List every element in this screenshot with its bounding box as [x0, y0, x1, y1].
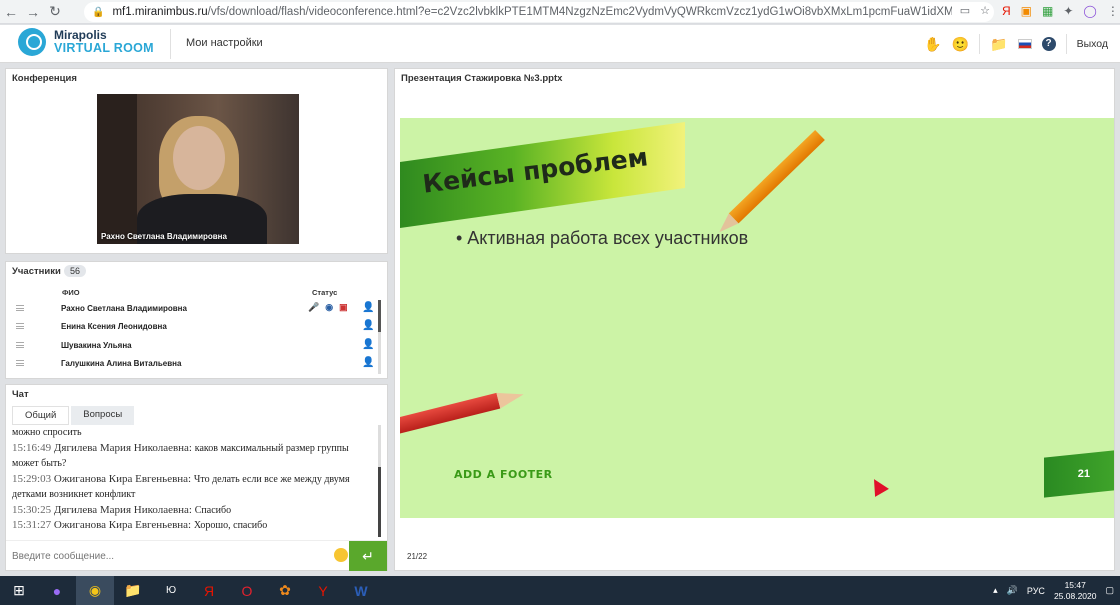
emoji-reactions-icon[interactable]: 🙂 — [952, 36, 969, 53]
yandex-browser-icon[interactable]: Y — [304, 576, 342, 605]
back-icon[interactable]: ← — [0, 1, 22, 23]
yu-app-icon[interactable]: Ю — [152, 576, 190, 605]
chat-message: 15:16:49 Дягилева Мария Николаевна: како… — [12, 441, 349, 470]
chat-input-bar: ↵ — [6, 540, 387, 571]
column-status-header: Статус — [312, 288, 338, 297]
slide-number: 21 — [1077, 468, 1090, 480]
my-settings-link[interactable]: Мои настройки — [186, 37, 263, 49]
participant-row[interactable]: Шувакина Ульяна 👤 — [6, 337, 376, 355]
microphone-icon[interactable]: 🎤 — [308, 302, 319, 313]
tab-general[interactable]: Общий — [12, 406, 70, 425]
address-bar[interactable]: 🔒 mf1.miranimbus.ru/vfs/download/flash/v… — [84, 2, 994, 22]
windows-taskbar: ⊞ ● ◉ 📁 Ю Я O ✿ Y W ▴ 🔊 РУС 15:47 25.08.… — [0, 576, 1120, 605]
drag-handle-icon[interactable] — [16, 360, 24, 366]
language-indicator[interactable]: РУС — [1027, 586, 1045, 596]
drag-handle-icon[interactable] — [16, 305, 24, 311]
chat-message: 15:29:03 Ожиганова Кира Евгеньевна: Что … — [12, 472, 350, 501]
cast-icon[interactable]: ▭ — [960, 4, 970, 17]
send-button[interactable]: ↵ — [349, 541, 387, 571]
presentation-slide[interactable]: Кейсы проблем • Активная работа всех уча… — [400, 118, 1114, 518]
participants-title: Участники — [12, 266, 61, 277]
alice-icon[interactable]: ● — [38, 576, 76, 605]
conference-panel: Конференция Рахно Светлана Владимировна — [5, 68, 388, 254]
chat-message: 15:30:25 Дягилева Мария Николаевна: Спас… — [12, 503, 232, 516]
chat-scrollbar[interactable] — [378, 425, 381, 537]
chat-title: Чат — [12, 389, 29, 400]
word-icon[interactable]: W — [342, 576, 380, 605]
mirapolis-logo: Mirapolis VIRTUAL ROOM — [18, 28, 154, 56]
notifications-icon[interactable]: ▢ — [1105, 585, 1114, 596]
app-header: Mirapolis VIRTUAL ROOM Мои настройки ✋ 🙂… — [0, 25, 1120, 63]
participant-icon: 👤 — [362, 357, 375, 368]
help-button[interactable]: ? — [1041, 37, 1056, 51]
opera-icon[interactable]: O — [228, 576, 266, 605]
orange-pencil-icon — [728, 129, 825, 224]
logo-mark-icon — [18, 28, 46, 56]
webcam-icon[interactable]: ◉ — [325, 302, 333, 313]
emoji-icon[interactable] — [334, 548, 348, 562]
language-flag-icon[interactable] — [1017, 39, 1032, 49]
network-icon[interactable]: ▴ — [993, 585, 998, 596]
extensions-icon[interactable]: ✦ — [1063, 4, 1073, 18]
chrome-icon[interactable]: ◉ — [76, 576, 114, 605]
participant-row[interactable]: Рахно Светлана Владимировна 🎤 ◉ ▣ 👤 — [6, 300, 376, 318]
url-text: mf1.miranimbus.ru/vfs/download/flash/vid… — [112, 6, 953, 18]
presentation-panel: Презентация Стажировка №3.pptx Кейсы про… — [394, 68, 1115, 571]
browser-toolbar: ← → ↻ 🔒 mf1.miranimbus.ru/vfs/download/f… — [0, 0, 1120, 24]
page-indicator: 21/22 — [407, 552, 428, 561]
slide-bullet: • Активная работа всех участников — [456, 228, 749, 248]
menu-icon[interactable]: ⋮ — [1107, 4, 1119, 18]
participant-icon: 👤 — [362, 320, 375, 331]
screen-share-icon[interactable]: ▣ — [339, 302, 348, 313]
presenter-icon: 👤 — [362, 302, 375, 313]
folder-icon[interactable]: 📁 — [990, 36, 1007, 53]
chat-message: 15:31:27 Ожиганова Кира Евгеньевна: Хоро… — [12, 519, 268, 531]
lock-icon: 🔒 — [92, 6, 105, 18]
exit-button[interactable]: Выход — [1077, 38, 1108, 50]
column-name-header: ФИО — [62, 288, 80, 297]
reload-icon[interactable]: ↻ — [44, 1, 66, 23]
orange-extension-icon[interactable]: ▣ — [1021, 4, 1032, 18]
file-explorer-icon[interactable]: 📁 — [114, 576, 152, 605]
slide-footer: ADD A FOOTER — [454, 468, 553, 481]
forward-icon[interactable]: → — [22, 1, 44, 23]
chat-messages: можно спросить 15:16:49 Дягилева Мария Н… — [12, 425, 372, 537]
chat-message-input[interactable] — [12, 547, 322, 565]
video-feed[interactable]: Рахно Светлана Владимировна — [97, 94, 299, 244]
green-extension-icon[interactable]: ▦ — [1042, 4, 1053, 18]
yandex-extension-icon[interactable]: Я — [1002, 4, 1011, 18]
participants-count-badge: 56 — [64, 265, 87, 277]
media-player-icon[interactable]: ✿ — [266, 576, 304, 605]
star-icon[interactable]: ☆ — [980, 4, 990, 17]
chat-message-fragment: можно спросить — [12, 427, 82, 438]
participant-row[interactable]: Галушкина Алина Витальевна 👤 — [6, 355, 376, 373]
video-caption: Рахно Светлана Владимировна — [101, 232, 227, 241]
conference-title: Конференция — [12, 73, 77, 84]
participant-row[interactable]: Енина Ксения Леонидовна 👤 — [6, 318, 376, 336]
participants-scrollbar[interactable] — [378, 300, 381, 374]
profile-icon[interactable]: ◯ — [1083, 4, 1096, 18]
drag-handle-icon[interactable] — [16, 323, 24, 329]
drag-handle-icon[interactable] — [16, 342, 24, 348]
tab-questions[interactable]: Вопросы — [71, 406, 135, 425]
participants-panel: Участники 56 ФИО Статус Рахно Светлана В… — [5, 261, 388, 379]
presentation-title: Презентация Стажировка №3.pptx — [401, 73, 563, 84]
clock[interactable]: 15:47 25.08.2020 — [1054, 580, 1097, 602]
yandex-icon[interactable]: Я — [190, 576, 228, 605]
header-divider — [170, 29, 171, 59]
start-icon[interactable]: ⊞ — [0, 576, 38, 605]
raise-hand-icon[interactable]: ✋ — [924, 36, 941, 53]
red-pencil-icon — [400, 392, 501, 436]
chat-panel: Чат Общий Вопросы можно спросить 15:16:4… — [5, 384, 388, 571]
volume-icon[interactable]: 🔊 — [1007, 585, 1018, 596]
participant-icon: 👤 — [362, 339, 375, 350]
pointer-cursor-icon — [867, 475, 889, 497]
